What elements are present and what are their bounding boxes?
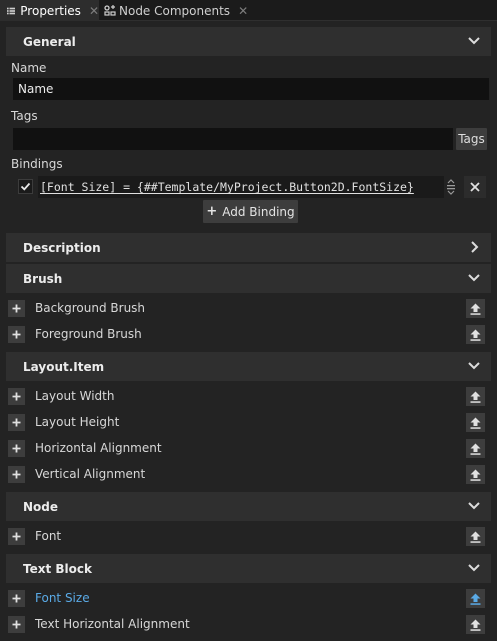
section-brush-header[interactable]: Brush — [6, 264, 491, 293]
property-label: Background Brush — [35, 301, 146, 315]
section-text-block-header[interactable]: Text Block — [6, 554, 491, 583]
tab-properties[interactable]: Properties ✕ — [0, 0, 99, 21]
section-node-header[interactable]: Node — [6, 492, 491, 521]
chevron-right-icon — [471, 241, 479, 253]
name-label: Name — [11, 61, 47, 75]
reset-property-button[interactable] — [466, 325, 485, 344]
reset-property-button[interactable] — [466, 589, 485, 608]
property-label: Text Horizontal Alignment — [35, 617, 190, 631]
reset-property-button[interactable] — [466, 439, 485, 458]
add-property-button[interactable] — [8, 616, 25, 633]
property-row-foreground-brush: Foreground Brush — [6, 321, 491, 347]
plus-icon — [12, 594, 21, 603]
plus-icon — [12, 330, 21, 339]
property-label: Horizontal Alignment — [35, 441, 162, 455]
binding-expression-text: [Font Size] = {##Template/MyProject.Butt… — [40, 180, 414, 194]
tags-label: Tags — [11, 109, 38, 123]
property-row-font-size: Font Size — [6, 585, 491, 611]
section-title: Layout.Item — [23, 359, 105, 374]
reset-property-button[interactable] — [466, 387, 485, 406]
add-binding-label: Add Binding — [222, 204, 295, 219]
section-description-header[interactable]: Description — [6, 233, 491, 262]
property-row-background-brush: Background Brush — [6, 295, 491, 321]
section-title: Text Block — [23, 561, 92, 576]
section-general-header[interactable]: General — [6, 27, 491, 56]
property-row-font: Font — [6, 523, 491, 549]
section-title: General — [23, 34, 76, 49]
plus-icon: + — [206, 204, 218, 219]
plus-icon — [12, 392, 21, 401]
tab-properties-label: Properties — [20, 3, 81, 18]
plus-icon — [12, 470, 21, 479]
add-property-button[interactable] — [8, 388, 25, 405]
tab-node-components-label: Node Components — [119, 3, 231, 18]
add-property-button[interactable] — [8, 528, 25, 545]
property-row-horizontal-alignment: Horizontal Alignment — [6, 435, 491, 461]
upload-icon — [470, 417, 481, 429]
chevron-down-icon — [468, 274, 480, 282]
add-property-button[interactable] — [8, 326, 25, 343]
property-row-layout-height: Layout Height — [6, 409, 491, 435]
list-icon — [7, 7, 16, 14]
close-icon[interactable]: ✕ — [89, 4, 99, 18]
section-title: Brush — [23, 271, 63, 286]
binding-expression[interactable]: [Font Size] = {##Template/MyProject.Butt… — [38, 176, 444, 198]
property-label: Font — [35, 529, 62, 543]
reset-property-button[interactable] — [466, 527, 485, 546]
plus-icon — [12, 444, 21, 453]
chevron-down-icon — [468, 37, 480, 45]
upload-icon — [470, 469, 481, 481]
add-property-button[interactable] — [8, 466, 25, 483]
property-label: Layout Height — [35, 415, 120, 429]
property-label: Layout Width — [35, 389, 115, 403]
checkmark-icon — [20, 182, 31, 191]
name-field[interactable]: Name — [13, 78, 489, 100]
section-title: Description — [23, 240, 101, 255]
remove-binding-button[interactable] — [464, 176, 486, 198]
reset-property-button[interactable] — [466, 615, 485, 634]
property-label: Vertical Alignment — [35, 467, 146, 481]
plus-icon — [12, 620, 21, 629]
upload-icon — [470, 619, 481, 631]
node-components-icon — [104, 5, 116, 16]
chevron-down-icon — [468, 502, 480, 510]
section-layout-item-header[interactable]: Layout.Item — [6, 352, 491, 381]
binding-row: [Font Size] = {##Template/MyProject.Butt… — [11, 176, 489, 198]
property-row-layout-width: Layout Width — [6, 383, 491, 409]
reset-property-button[interactable] — [466, 465, 485, 484]
add-binding-button[interactable]: + Add Binding — [203, 200, 298, 223]
upload-icon — [470, 593, 481, 605]
tags-field[interactable] — [13, 128, 453, 150]
reset-property-button[interactable] — [466, 299, 485, 318]
add-property-button[interactable] — [8, 590, 25, 607]
close-icon[interactable]: ✕ — [238, 4, 248, 18]
tab-bar: Properties ✕ Node Components ✕ — [0, 0, 497, 21]
drag-handle-icon[interactable] — [443, 179, 459, 195]
add-property-button[interactable] — [8, 300, 25, 317]
upload-icon — [470, 391, 481, 403]
bindings-label: Bindings — [11, 157, 63, 171]
add-property-button[interactable] — [8, 440, 25, 457]
upload-icon — [470, 443, 481, 455]
plus-icon — [12, 304, 21, 313]
upload-icon — [470, 531, 481, 543]
property-row-text-horizontal-alignment: Text Horizontal Alignment — [6, 611, 491, 637]
chevron-down-icon — [468, 564, 480, 572]
add-property-button[interactable] — [8, 414, 25, 431]
binding-enabled-checkbox[interactable] — [18, 179, 33, 194]
upload-icon — [470, 329, 481, 341]
property-label: Foreground Brush — [35, 327, 142, 341]
chevron-down-icon — [468, 362, 480, 370]
reset-property-button[interactable] — [466, 413, 485, 432]
tab-node-components[interactable]: Node Components ✕ — [99, 0, 248, 21]
tags-button[interactable]: Tags — [456, 128, 487, 150]
section-title: Node — [23, 499, 59, 514]
upload-icon — [470, 303, 481, 315]
property-row-vertical-alignment: Vertical Alignment — [6, 461, 491, 487]
plus-icon — [12, 418, 21, 427]
close-icon — [470, 182, 480, 192]
property-label-bound: Font Size — [35, 591, 90, 605]
plus-icon — [12, 532, 21, 541]
